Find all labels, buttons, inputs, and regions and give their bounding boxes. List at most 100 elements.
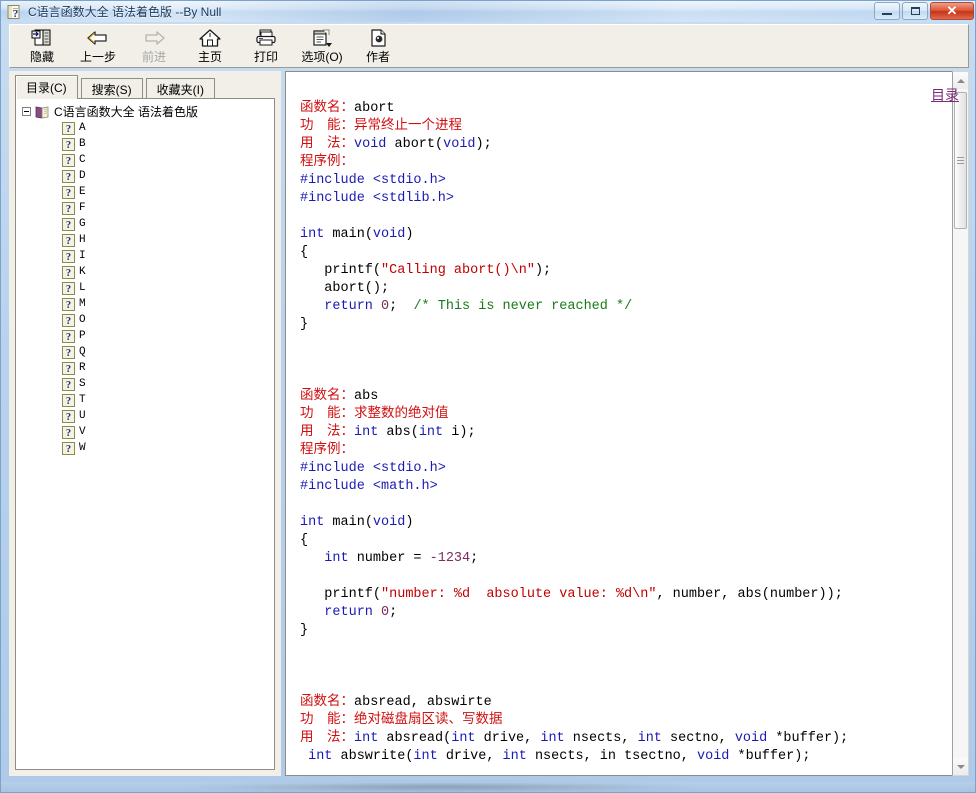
abs-usage-label: 用 法： <box>300 425 354 440</box>
tab-contents[interactable]: 目录(C) <box>15 75 78 99</box>
options-icon <box>310 27 334 49</box>
tree-item[interactable]: ? W <box>22 440 274 456</box>
tree-item-label: P <box>79 330 86 342</box>
tree-item[interactable]: ? B <box>22 136 274 152</box>
abort-usage-line: 用 法：void abort(void); <box>300 137 492 152</box>
entry-absread: 函数名：absread, abswirte 功 能：绝对磁盘扇区读、写数据 用 … <box>300 694 934 766</box>
vertical-scrollbar[interactable] <box>952 71 969 776</box>
close-button[interactable]: ✕ <box>930 2 974 20</box>
code-line: return 0; <box>300 605 398 620</box>
collapse-icon[interactable] <box>22 107 31 116</box>
help-topic-question-icon: ? <box>62 169 75 183</box>
code-line: int main(void) <box>300 515 414 530</box>
tree-item[interactable]: ? H <box>22 232 274 248</box>
print-button[interactable]: 打印 <box>238 25 294 67</box>
tree-item[interactable]: ? C <box>22 152 274 168</box>
code-line: } <box>300 317 309 332</box>
abort-func-value: 异常终止一个进程 <box>354 119 462 134</box>
back-button[interactable]: 上一步 <box>70 25 126 67</box>
tree-item[interactable]: ? Q <box>22 344 274 360</box>
abs-example-label: 程序例： <box>300 443 354 458</box>
tree-item-label: G <box>79 218 86 230</box>
code-line: int main(void) <box>300 227 414 242</box>
scroll-thumb[interactable] <box>954 92 967 229</box>
maximize-button[interactable] <box>902 2 928 20</box>
code-line: { <box>300 245 309 260</box>
tree-item[interactable]: ? T <box>22 392 274 408</box>
code-line: int number = -1234; <box>300 551 479 566</box>
author-button-label: 作者 <box>365 50 390 64</box>
help-topic-question-icon: ? <box>62 329 75 343</box>
abort-example-label: 程序例： <box>300 155 354 170</box>
help-topic-question-icon: ? <box>62 217 75 231</box>
options-button[interactable]: 选项(O) <box>294 25 350 67</box>
author-button[interactable]: 作者 <box>350 25 406 67</box>
tree-item[interactable]: ? L <box>22 280 274 296</box>
forward-button-label: 前进 <box>141 50 166 64</box>
code-line: return 0; /* This is never reached */ <box>300 299 633 314</box>
tree-item[interactable]: ? D <box>22 168 274 184</box>
home-icon <box>198 27 222 49</box>
tab-favorites[interactable]: 收藏夹(I) <box>145 78 215 99</box>
tree-item[interactable]: ? V <box>22 424 274 440</box>
svg-text:?: ? <box>66 316 71 327</box>
tab-favorites-label: 收藏夹(I) <box>156 82 204 97</box>
svg-text:?: ? <box>66 172 71 183</box>
toc-link[interactable]: 目录 <box>931 85 959 105</box>
help-topic-question-icon: ? <box>62 153 75 167</box>
tree-item-label: E <box>79 186 86 198</box>
hide-button[interactable]: 隐藏 <box>14 25 70 67</box>
title-bar: ? C语言函数大全 语法着色版 --By Null ✕ <box>1 1 975 22</box>
tree-item[interactable]: ? R <box>22 360 274 376</box>
tree-item[interactable]: ? A <box>22 120 274 136</box>
tree-item-label: D <box>79 170 86 182</box>
help-topic-question-icon: ? <box>62 345 75 359</box>
tree-item[interactable]: ? P <box>22 328 274 344</box>
svg-text:?: ? <box>66 428 71 439</box>
tree-item-label: W <box>79 442 86 454</box>
tree-item-label: C <box>79 154 86 166</box>
minimize-button[interactable] <box>874 2 900 20</box>
help-topic-question-icon: ? <box>62 297 75 311</box>
code-line: printf("Calling abort()\n"); <box>300 263 552 278</box>
abs-func-value: 求整数的绝对值 <box>354 407 449 422</box>
triangle-up-icon <box>956 78 965 83</box>
help-topic-question-icon: ? <box>62 249 75 263</box>
svg-text:?: ? <box>66 396 71 407</box>
tree-item[interactable]: ? E <box>22 184 274 200</box>
tree-item[interactable]: ? O <box>22 312 274 328</box>
tab-search[interactable]: 搜索(S) <box>80 78 143 99</box>
absread-func-line: 功 能：绝对磁盘扇区读、写数据 <box>300 712 934 730</box>
code-line: #include <stdio.h> <box>300 461 446 476</box>
window-title: C语言函数大全 语法着色版 --By Null <box>28 5 222 19</box>
tree-item[interactable]: ? I <box>22 248 274 264</box>
help-topic-question-icon: ? <box>62 121 75 135</box>
absread-name-line: 函数名：absread, abswirte <box>300 694 934 712</box>
help-topic-question-icon: ? <box>62 393 75 407</box>
contents-tree[interactable]: C语言函数大全 语法着色版 ? A? B? C? D? E? F? G? H? I? K? L? M? O… <box>15 98 275 770</box>
navigation-pane: 目录(C) 搜索(S) 收藏夹(I) C语言函数大全 语法着色版 ? A ? B… <box>9 71 281 776</box>
svg-text:?: ? <box>66 348 71 359</box>
tree-item[interactable]: ? U <box>22 408 274 424</box>
tree-item[interactable]: ? K <box>22 264 274 280</box>
abort-name-value: abort <box>354 101 395 116</box>
tree-item-list: ? A? B? C? D? E? F? G? H? I? K? L? M? O? P? Q? R? S? T? U? V… <box>22 120 274 456</box>
help-book-question-icon: ? <box>7 4 23 20</box>
tree-item-label: V <box>79 426 86 438</box>
tree-item[interactable]: ? F <box>22 200 274 216</box>
tree-item[interactable]: ? G <box>22 216 274 232</box>
tree-root-node[interactable]: C语言函数大全 语法着色版 <box>22 103 274 120</box>
scroll-down-arrow[interactable] <box>953 758 968 775</box>
home-button[interactable]: 主页 <box>182 25 238 67</box>
tree-item[interactable]: ? M <box>22 296 274 312</box>
window-drop-shadow <box>181 784 701 790</box>
code-line: #include <stdlib.h> <box>300 191 454 206</box>
toolbar: 隐藏 上一步 前进 主页 打印 选项(O) 作者 <box>9 24 969 68</box>
tree-item-label: H <box>79 234 86 246</box>
back-button-label: 上一步 <box>79 50 116 64</box>
tree-item[interactable]: ? S <box>22 376 274 392</box>
